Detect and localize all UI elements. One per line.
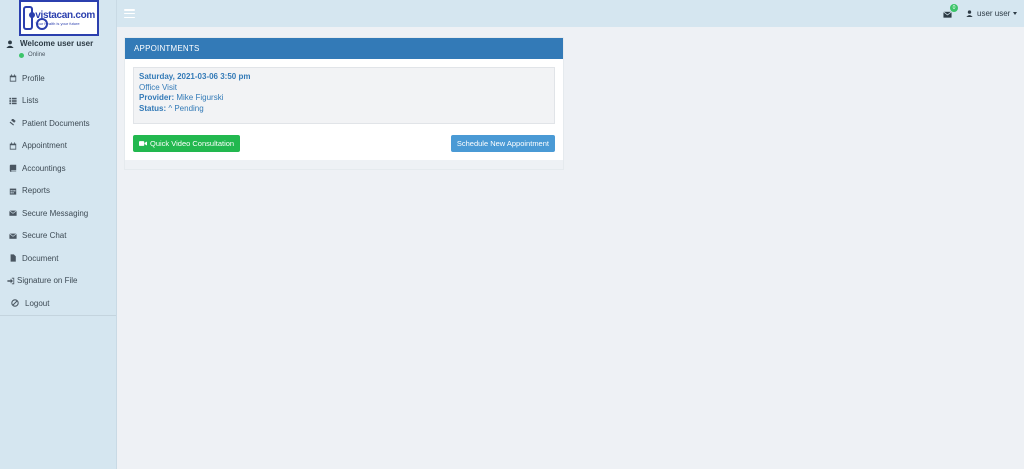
envelope-icon (8, 231, 17, 240)
caret-down-icon (1013, 12, 1018, 15)
status-label: Status: (139, 103, 167, 113)
calendar-grid-icon (8, 186, 17, 195)
envelope-icon (943, 11, 952, 18)
appointments-panel: APPOINTMENTS Saturday, 2021-03-06 3:50 p… (125, 38, 563, 169)
sidebar-item-label: Appointment (22, 141, 67, 151)
sidebar-item-label: Lists (22, 96, 39, 106)
file-icon (8, 254, 17, 263)
sidebar-item-document[interactable]: Document (0, 247, 116, 270)
sidebar-item-label: Secure Messaging (22, 208, 89, 218)
sidebar-menu: Profile Lists Patient Documents Appointm… (0, 67, 116, 316)
envelope-icon (8, 209, 17, 218)
sidebar-item-label: Profile (22, 73, 45, 83)
sidebar-item-profile[interactable]: Profile (0, 67, 116, 90)
messages-button[interactable]: 0 (943, 4, 958, 18)
sidebar: vistacan.com Your health is your future … (0, 0, 117, 469)
provider-label: Provider: (139, 93, 175, 102)
sidebar-item-secure-chat[interactable]: Secure Chat (0, 225, 116, 248)
gavel-icon (8, 119, 17, 128)
appointment-type: Office Visit (139, 82, 177, 92)
user-dropdown[interactable]: user user (966, 9, 1018, 18)
sidebar-item-label: Accountings (22, 163, 66, 173)
sidebar-item-label: Document (22, 253, 59, 263)
appointment-status: ^ Pending (168, 103, 204, 113)
sidebar-item-patient-documents[interactable]: Patient Documents (0, 112, 116, 135)
sidebar-item-accountings[interactable]: Accountings (0, 157, 116, 180)
sidebar-item-logout[interactable]: Logout (0, 292, 116, 315)
sidebar-item-appointment[interactable]: Appointment (0, 135, 116, 158)
appointment-datetime: Saturday, 2021-03-06 3:50 pm (139, 72, 251, 81)
ban-icon (10, 299, 19, 308)
hamburger-menu-icon[interactable] (124, 9, 135, 18)
top-navbar: 0 user user (117, 0, 1024, 27)
sidebar-item-label: Secure Chat (22, 231, 67, 241)
quick-video-label: Quick Video Consultation (150, 139, 235, 148)
online-status-text: Online (28, 52, 46, 58)
user-icon (966, 10, 973, 17)
online-status-dot (19, 52, 24, 58)
logo-mark-icon (23, 6, 49, 30)
appointment-card[interactable]: Saturday, 2021-03-06 3:50 pm Office Visi… (133, 67, 555, 124)
sidebar-item-signature-on-file[interactable]: Signature on File (0, 270, 116, 293)
user-dropdown-label: user user (977, 9, 1011, 18)
logo-container[interactable]: vistacan.com Your health is your future (19, 0, 99, 36)
sidebar-item-label: Logout (25, 298, 50, 308)
provider-name: Mike Figurski (176, 93, 224, 102)
quick-video-consultation-button[interactable]: Quick Video Consultation (133, 135, 241, 152)
sidebar-item-label: Reports (22, 186, 51, 196)
video-camera-icon (139, 141, 147, 146)
sidebar-item-lists[interactable]: Lists (0, 90, 116, 113)
message-count-badge: 0 (950, 4, 958, 12)
sidebar-item-secure-messaging[interactable]: Secure Messaging (0, 202, 116, 225)
panel-footer (125, 160, 563, 169)
sidebar-item-label: Patient Documents (22, 118, 90, 128)
calendar-icon (8, 141, 17, 150)
schedule-new-appointment-button[interactable]: Schedule New Appointment (450, 135, 555, 152)
brand-logo[interactable]: vistacan.com Your health is your future (19, 0, 99, 36)
book-icon (8, 164, 17, 173)
user-panel: Welcome user user Online (0, 36, 116, 66)
welcome-text: Welcome user user (20, 39, 94, 48)
calendar-icon (8, 74, 17, 83)
user-icon (6, 39, 14, 48)
sign-in-icon (6, 276, 15, 285)
panel-title: APPOINTMENTS (125, 38, 563, 59)
sidebar-item-label: Signature on File (17, 276, 78, 286)
sidebar-item-reports[interactable]: Reports (0, 180, 116, 203)
list-icon (8, 96, 17, 105)
